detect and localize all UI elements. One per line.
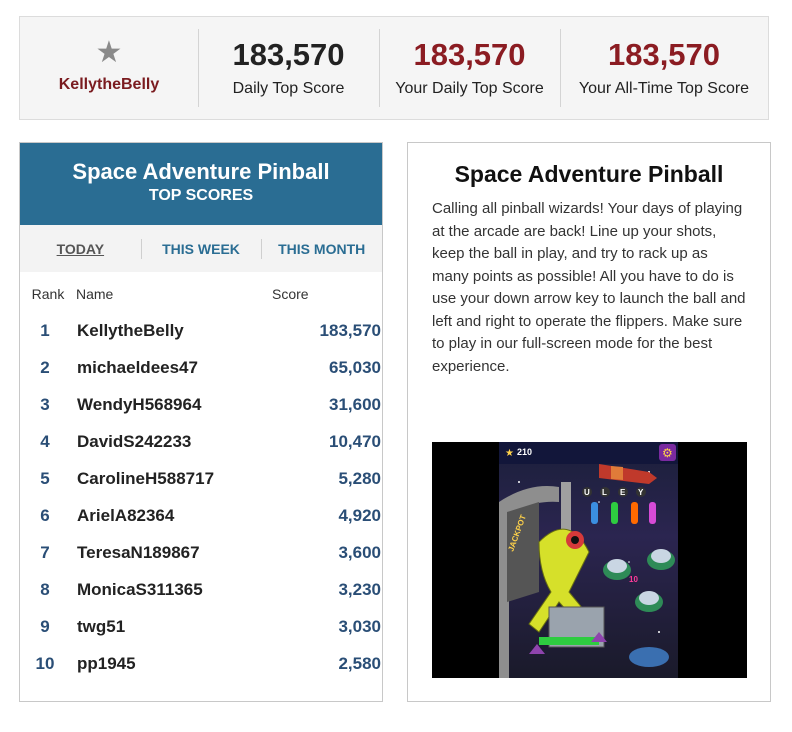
name-cell: michaeldees47 [77,357,198,377]
name-cell: ArielA82364 [77,505,175,525]
multiplier-label: 10 [629,575,638,584]
game-screenshot[interactable]: ★ 210 ⚙ U L E Y JACKPOT 10 [432,442,747,678]
leaderboard-rows: 1 KellytheBelly 183,570 2 michaeldees47 65,0… [20,312,382,682]
rank-cell: 4 [40,431,50,451]
score-cell: 31,600 [329,394,381,414]
score-cell: 65,030 [329,357,381,377]
rank-cell: 8 [40,579,50,599]
leaderboard-title: Space Adventure Pinball [72,159,330,184]
table-row: 5 CarolineH588717 5,280 [20,460,382,497]
table-row: 3 WendyH568964 31,600 [20,386,382,423]
leaderboard-subtitle: TOP SCORES [148,187,254,204]
user-stat: ★ KellytheBelly [20,17,198,119]
lane-letter: U [584,488,590,497]
rank-cell: 10 [35,653,55,673]
hud-star-icon: ★ [505,448,514,459]
rank-cell: 9 [40,616,50,636]
tab-today[interactable]: TODAY [20,241,141,257]
leaderboard-panel: Space Adventure Pinball TOP SCORES TODAY… [19,142,383,702]
your-daily-top-score-value: 183,570 [413,37,526,72]
daily-top-score-stat: 183,570 Daily Top Score [198,17,379,119]
your-alltime-top-score-value: 183,570 [607,37,721,72]
column-header-score: Score [272,286,309,302]
gear-icon: ⚙ [662,446,673,460]
name-cell: DavidS242233 [77,431,192,451]
score-cell: 2,580 [338,653,381,673]
table-row: 2 michaeldees47 65,030 [20,349,382,386]
hud-score: 210 [517,447,532,457]
column-header-name: Name [76,286,114,302]
star-icon: ★ [95,36,123,69]
score-summary-bar: ★ KellytheBelly 183,570 Daily Top Score … [19,16,769,120]
tab-this-week[interactable]: THIS WEEK [140,238,262,259]
rank-cell: 1 [40,320,50,340]
lane-letter: Y [638,488,644,497]
table-row: 10 pp1945 2,580 [20,645,382,682]
table-row: 4 DavidS242233 10,470 [20,423,382,460]
daily-top-score-value: 183,570 [232,37,345,72]
name-cell: pp1945 [77,653,136,673]
score-cell: 5,280 [338,468,381,488]
game-description-text: Calling all pinball wizards! Your days o… [432,200,746,375]
your-daily-top-score-stat: 183,570 Your Daily Top Score [379,17,560,119]
table-row: 8 MonicaS311365 3,230 [20,571,382,608]
table-row: 6 ArielA82364 4,920 [20,497,382,534]
name-cell: CarolineH588717 [77,468,215,488]
name-cell: twg51 [77,616,126,636]
table-row: 7 TeresaN189867 3,600 [20,534,382,571]
rank-cell: 2 [40,357,50,377]
score-cell: 3,230 [338,579,381,599]
table-row: 9 twg51 3,030 [20,608,382,645]
name-cell: KellytheBelly [77,320,184,340]
tab-this-month[interactable]: THIS MONTH [261,238,382,259]
score-cell: 3,600 [338,542,381,562]
score-cell: 183,570 [319,320,381,340]
score-cell: 4,920 [338,505,381,525]
leaderboard-tabs: TODAY THIS WEEK THIS MONTH [20,225,382,272]
your-daily-top-score-label: Your Daily Top Score [395,80,544,97]
name-cell: TeresaN189867 [77,542,200,562]
rank-cell: 7 [40,542,50,562]
rank-cell: 5 [40,468,50,488]
name-cell: WendyH568964 [77,394,202,414]
game-description-panel: Space Adventure Pinball Calling all pinb… [407,142,771,702]
your-alltime-top-score-label: Your All-Time Top Score [578,80,750,97]
score-cell: 10,470 [329,431,381,451]
game-title: Space Adventure Pinball [454,161,724,187]
name-cell: MonicaS311365 [77,579,203,599]
lane-letter: E [620,488,626,497]
pinball-artwork: ★ 210 ⚙ U L E Y JACKPOT 10 [499,442,678,678]
pinball-playfield: ★ 210 ⚙ U L E Y JACKPOT 10 [499,442,678,678]
table-row: 1 KellytheBelly 183,570 [20,312,382,349]
leaderboard-column-headers: Rank Name Score [20,286,382,308]
rank-cell: 3 [40,394,50,414]
daily-top-score-label: Daily Top Score [232,80,345,97]
rank-cell: 6 [40,505,50,525]
column-header-rank: Rank [31,286,65,302]
username[interactable]: KellytheBelly [59,76,159,94]
lane-letter: L [602,488,607,497]
leaderboard-header: Space Adventure Pinball TOP SCORES [20,143,382,225]
your-alltime-top-score-stat: 183,570 Your All-Time Top Score [560,17,768,119]
score-cell: 3,030 [338,616,381,636]
